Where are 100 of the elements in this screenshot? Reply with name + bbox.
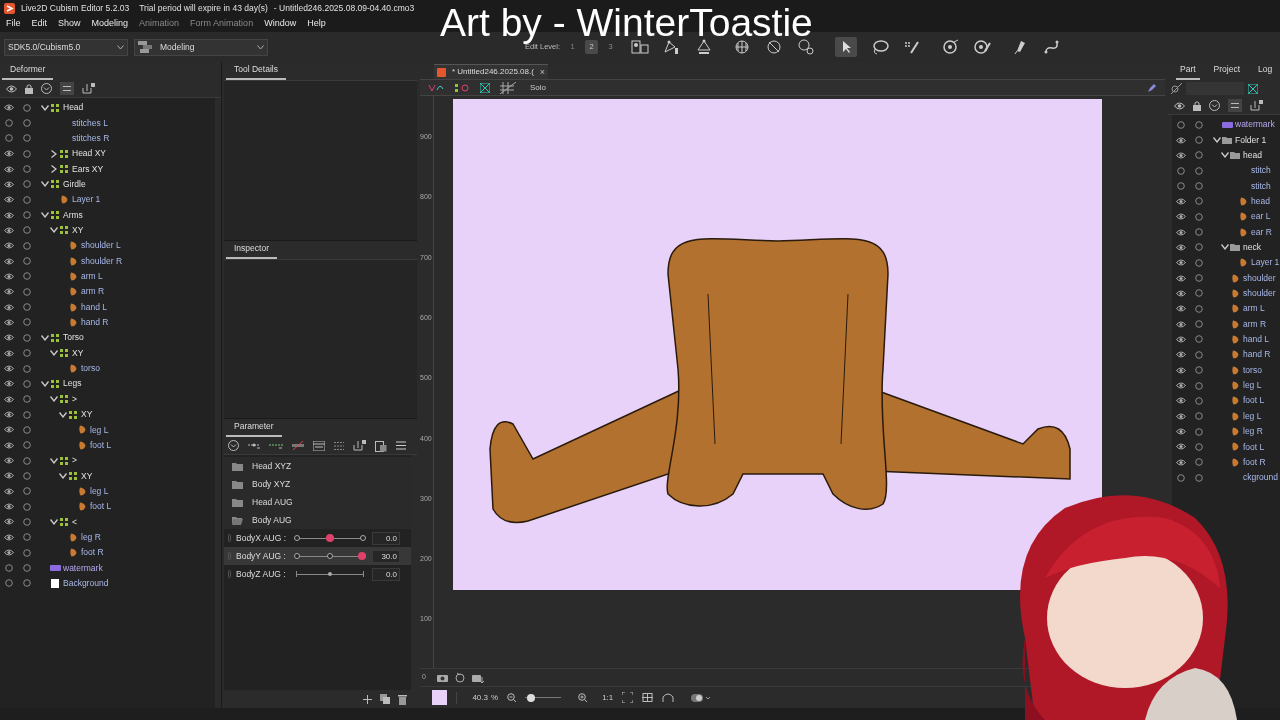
tree-item-label[interactable]: neck [1243, 241, 1261, 254]
circle-icon[interactable] [5, 579, 13, 588]
tree-item-label[interactable]: Torso [63, 331, 84, 345]
lock-circle-icon[interactable] [1195, 304, 1203, 313]
chevron-down-icon[interactable] [40, 334, 49, 341]
eye-icon[interactable] [1176, 228, 1186, 236]
lock-circle-icon[interactable] [1195, 228, 1203, 237]
eye-icon[interactable] [1176, 366, 1186, 374]
lock-circle-icon[interactable] [1195, 151, 1203, 160]
eye-icon[interactable] [4, 365, 14, 372]
lock-icon[interactable] [1193, 100, 1201, 111]
tree-item-label[interactable]: watermark [63, 561, 103, 575]
tree-item-label[interactable]: torso [1243, 363, 1262, 377]
tree-item-label[interactable]: Layer 1 [72, 193, 101, 207]
lock-circle-icon[interactable] [1195, 136, 1203, 144]
tree-item-label[interactable]: leg L [1243, 409, 1262, 423]
eye-icon[interactable] [4, 349, 14, 357]
circle-icon[interactable] [1177, 166, 1185, 175]
lock-circle-icon[interactable] [23, 425, 31, 434]
tree-item-label[interactable]: arm L [1243, 302, 1265, 316]
circle-icon[interactable] [5, 119, 13, 127]
tree-item-label[interactable]: Folder 1 [1235, 133, 1267, 147]
lock-circle-icon[interactable] [23, 257, 31, 266]
lock-circle-icon[interactable] [23, 410, 31, 419]
tree-item-label[interactable]: leg R [81, 530, 101, 544]
panel-view-icon[interactable] [313, 440, 325, 451]
lock-circle-icon[interactable] [23, 134, 31, 143]
lock-circle-icon[interactable] [1195, 458, 1203, 467]
zoom-in-icon[interactable] [578, 693, 588, 702]
tree-item-label[interactable]: stitches L [72, 116, 108, 130]
arrow-pointer-icon[interactable] [835, 37, 858, 57]
eye-icon[interactable] [1176, 336, 1186, 343]
lock-circle-icon[interactable] [23, 103, 31, 112]
chevron-down-icon[interactable] [40, 181, 49, 188]
eye-icon[interactable] [1176, 151, 1186, 159]
menu-item[interactable]: Edit [31, 17, 48, 31]
eye-icon[interactable] [1176, 274, 1186, 282]
lock-circle-icon[interactable] [1195, 412, 1203, 421]
eye-icon[interactable] [4, 211, 14, 219]
lock-circle-icon[interactable] [23, 165, 31, 174]
chevron-down-icon[interactable] [49, 518, 58, 525]
tree-item-label[interactable]: foot R [1243, 455, 1266, 469]
lock-circle-icon[interactable] [23, 226, 31, 235]
folder-icon[interactable] [232, 461, 243, 471]
eye-icon[interactable] [1176, 351, 1186, 359]
grid-off-icon[interactable] [500, 81, 516, 94]
lock-circle-icon[interactable] [23, 441, 31, 450]
panel-tab[interactable]: Part [1176, 63, 1200, 80]
tree-item-label[interactable]: Head [63, 101, 84, 115]
tree-item-label[interactable]: < [72, 515, 77, 529]
menu-item[interactable]: Window [264, 17, 297, 31]
lock-circle-icon[interactable] [1195, 350, 1203, 359]
open-folder-icon[interactable] [232, 515, 243, 525]
parameter-group-label[interactable]: Head XYZ [252, 459, 292, 473]
parameter-value-field[interactable]: 0.0 [372, 567, 400, 581]
chevron-down-icon[interactable] [1220, 244, 1229, 251]
eye-icon[interactable] [1176, 458, 1186, 466]
eye-icon[interactable] [4, 319, 14, 326]
tree-item-label[interactable]: arm R [1243, 317, 1267, 331]
tree-item-label[interactable]: watermark [1235, 118, 1275, 132]
lock-circle-icon[interactable] [23, 548, 31, 557]
parameter-slider[interactable] [294, 569, 366, 579]
eye-icon[interactable] [4, 226, 14, 234]
lock-circle-icon[interactable] [23, 333, 31, 342]
tree-item-label[interactable]: leg R [1243, 425, 1263, 438]
lock-circle-icon[interactable] [1195, 182, 1203, 191]
tree-item-label[interactable]: > [72, 392, 77, 406]
copy-icon[interactable] [380, 694, 390, 704]
lock-circle-icon[interactable] [1195, 212, 1203, 221]
tree-item-label[interactable]: leg L [90, 484, 109, 498]
target-cut-icon[interactable] [765, 39, 784, 55]
lock-circle-icon[interactable] [23, 195, 31, 204]
chevron-down-icon[interactable] [40, 212, 49, 219]
tree-item-label[interactable]: foot R [81, 546, 104, 559]
menu-icon[interactable] [396, 441, 406, 450]
actual-size-button[interactable]: 1:1 [602, 691, 614, 704]
center-icon[interactable] [642, 693, 654, 702]
folder-icon[interactable] [232, 479, 243, 489]
camera-save-icon[interactable] [471, 672, 484, 683]
add-key-icon[interactable] [248, 441, 260, 450]
lock-circle-icon[interactable] [1195, 335, 1203, 344]
ring-pin-icon[interactable] [941, 39, 960, 55]
tree-item-label[interactable]: hand R [81, 316, 109, 329]
lock-circle-icon[interactable] [23, 502, 31, 511]
chevron-right-icon[interactable] [50, 149, 57, 158]
tree-item-label[interactable]: Legs [63, 377, 82, 391]
chevron-right-icon[interactable] [50, 165, 57, 174]
tree-item-label[interactable]: torso [81, 362, 100, 375]
tree-item-label[interactable]: leg L [90, 423, 109, 437]
tree-item-label[interactable]: foot L [90, 438, 112, 452]
tree-item-label[interactable]: foot L [1243, 394, 1265, 408]
tree-item-label[interactable]: shoulder [1243, 287, 1276, 300]
ring-brush-icon[interactable] [973, 39, 992, 55]
panel-tab[interactable]: Project [1209, 63, 1245, 80]
grid-circle-icon[interactable] [733, 39, 752, 55]
eye-icon[interactable] [1176, 213, 1186, 221]
chevron-down-icon[interactable] [49, 396, 58, 403]
lasso-icon[interactable] [871, 39, 890, 55]
eye-icon[interactable] [1176, 305, 1186, 313]
lock-circle-icon[interactable] [1195, 274, 1203, 283]
